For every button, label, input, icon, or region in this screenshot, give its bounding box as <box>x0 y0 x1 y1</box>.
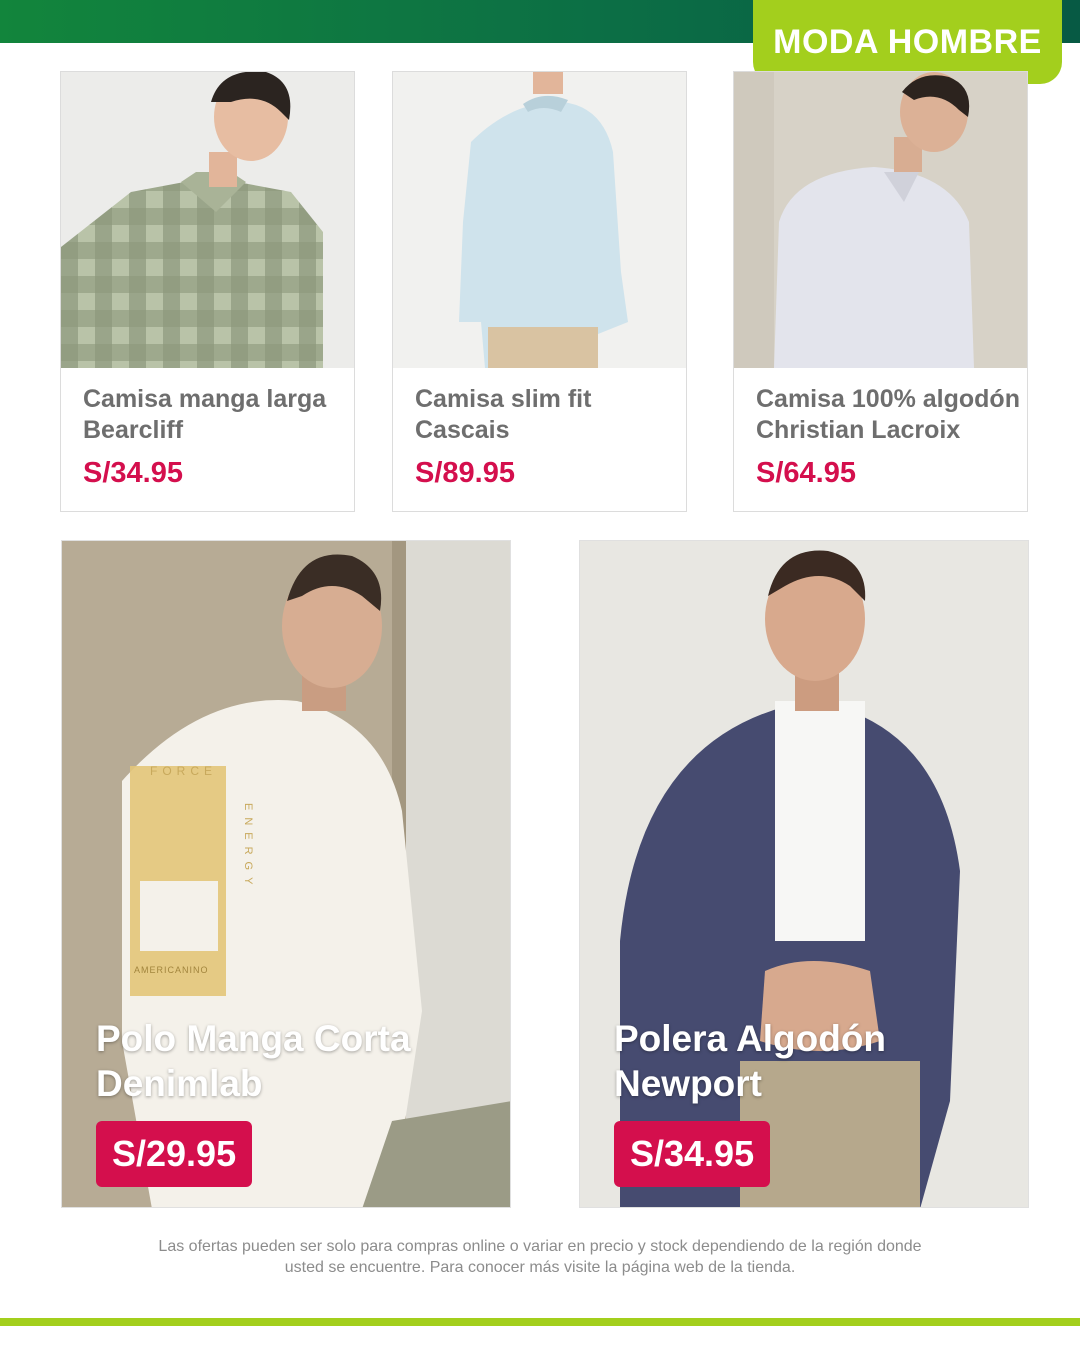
tshirt-print-side: ENERGY <box>242 803 254 891</box>
product-price: S/89.95 <box>415 457 515 489</box>
product-card[interactable]: Camisa 100% algodón Christian Lacroix S/… <box>733 71 1028 512</box>
product-price: S/34.95 <box>83 457 183 489</box>
product-image[interactable] <box>61 72 354 368</box>
featured-product-card[interactable]: Polera Algodón Newport S/34.95 <box>579 540 1029 1208</box>
product-image[interactable]: FORCE ENERGY AMERICANINO <box>62 541 511 1208</box>
featured-product-name[interactable]: Polo Manga Corta Denimlab <box>96 1016 496 1106</box>
product-image[interactable] <box>734 72 1027 368</box>
product-image[interactable] <box>580 541 1029 1208</box>
product-name[interactable]: Camisa 100% algodón Christian Lacroix <box>756 384 1021 446</box>
product-card[interactable]: Camisa manga larga Bearcliff S/34.95 <box>60 71 355 512</box>
product-price: S/64.95 <box>756 457 856 489</box>
featured-product-price: S/34.95 <box>614 1121 771 1187</box>
product-image[interactable] <box>393 72 686 368</box>
featured-product-price: S/29.95 <box>96 1121 253 1187</box>
product-name[interactable]: Camisa manga larga Bearcliff <box>83 384 348 446</box>
section-title: MODA HOMBRE <box>773 22 1042 61</box>
bottom-accent-bar <box>0 1318 1080 1326</box>
product-name[interactable]: Camisa slim fit Cascais <box>415 384 680 446</box>
product-card[interactable]: Camisa slim fit Cascais S/89.95 <box>392 71 687 512</box>
tshirt-print-top: FORCE <box>150 764 217 778</box>
disclaimer-text: Las ofertas pueden ser solo para compras… <box>158 1238 922 1276</box>
featured-product-card[interactable]: FORCE ENERGY AMERICANINO Polo Manga Cort… <box>61 540 511 1208</box>
featured-product-name[interactable]: Polera Algodón Newport <box>614 1016 1014 1106</box>
tshirt-print-bottom: AMERICANINO <box>134 965 209 975</box>
